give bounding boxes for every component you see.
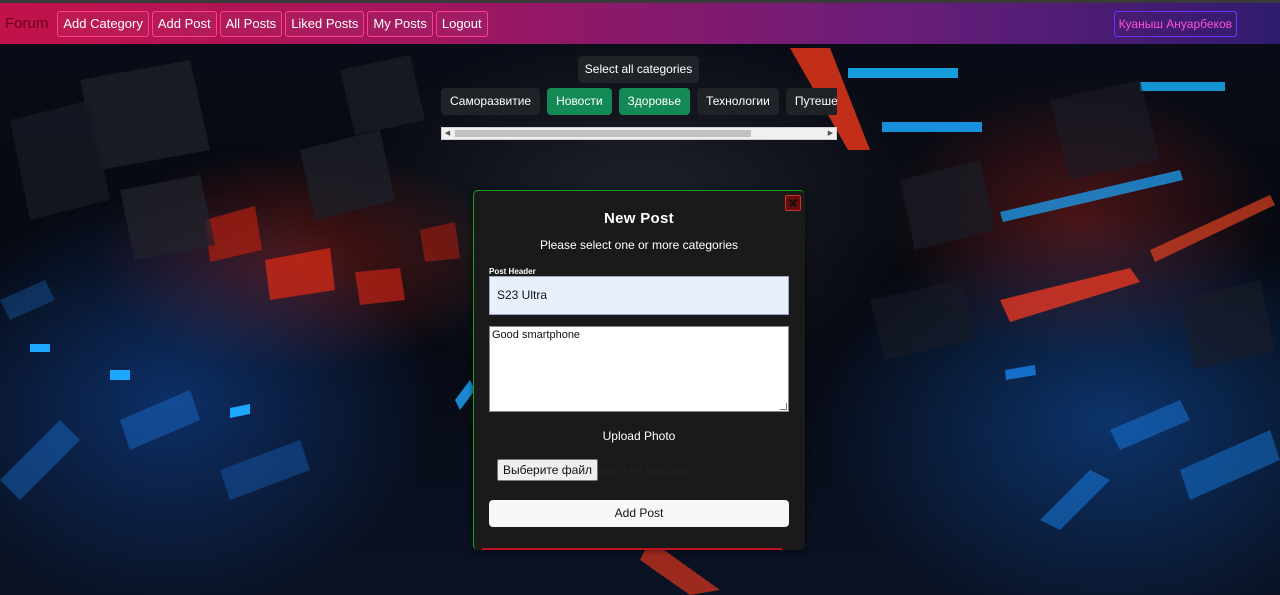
- add-post-submit-button[interactable]: Add Post: [489, 500, 789, 527]
- modal-title: New Post: [604, 210, 674, 227]
- scroll-left-icon[interactable]: ◀: [442, 128, 453, 139]
- close-icon[interactable]: [785, 195, 801, 211]
- post-body-text: Good smartphone: [492, 329, 581, 341]
- top-navbar: Forum Add Category Add Post All Posts Li…: [0, 0, 1280, 44]
- category-tekhnologii[interactable]: Технологии: [697, 88, 779, 115]
- modal-subtitle: Please select one or more categories: [539, 238, 739, 252]
- scrollbar-thumb[interactable]: [455, 130, 751, 137]
- scroll-right-icon[interactable]: ▶: [825, 128, 836, 139]
- category-samorazvitie[interactable]: Саморазвитие: [441, 88, 541, 115]
- category-zdorovye[interactable]: Здоровье: [618, 88, 691, 115]
- resize-grip-icon[interactable]: [780, 403, 787, 410]
- choose-file-button[interactable]: Выберите файл: [497, 459, 599, 481]
- file-status-text: Файл не выбран: [597, 463, 689, 477]
- liked-posts-button[interactable]: Liked Posts: [285, 10, 365, 37]
- post-body-textarea[interactable]: Good smartphone: [489, 326, 789, 412]
- new-post-modal: New Post Please select one or more categ…: [473, 190, 805, 550]
- post-header-label: Post Header: [489, 267, 536, 276]
- category-novosti[interactable]: Новости: [547, 88, 612, 115]
- category-puteshestviya[interactable]: Путешествия: [785, 88, 837, 115]
- brand-link[interactable]: Forum: [5, 15, 48, 32]
- all-posts-button[interactable]: All Posts: [219, 10, 283, 37]
- add-category-button[interactable]: Add Category: [57, 10, 149, 37]
- modal-bottom-accent: [482, 548, 782, 550]
- add-post-button[interactable]: Add Post: [151, 10, 217, 37]
- select-all-categories-button[interactable]: Select all categories: [578, 56, 699, 83]
- user-profile-button[interactable]: Куаныш Ануарбеков: [1113, 11, 1237, 37]
- post-header-input[interactable]: S23 Ultra: [489, 276, 789, 315]
- logout-button[interactable]: Logout: [435, 10, 488, 37]
- category-scrollbar[interactable]: ◀ ▶: [441, 127, 837, 140]
- upload-photo-label: Upload Photo: [602, 429, 676, 443]
- my-posts-button[interactable]: My Posts: [367, 10, 433, 37]
- category-strip[interactable]: Саморазвитие Новости Здоровье Технологии…: [441, 88, 837, 128]
